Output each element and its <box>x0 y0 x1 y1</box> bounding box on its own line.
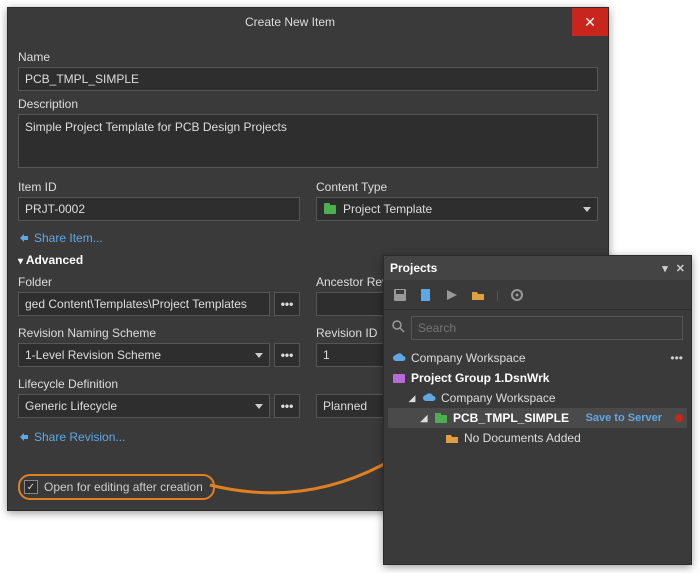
compile-icon[interactable] <box>444 287 460 303</box>
folder-input[interactable]: ged Content\Templates\Project Templates <box>18 292 270 316</box>
chevron-down-icon <box>255 353 263 358</box>
lifecycle-more-button[interactable]: ••• <box>274 394 300 418</box>
description-input[interactable]: Simple Project Template for PCB Design P… <box>18 114 598 168</box>
collapse-icon[interactable]: ◢ <box>407 393 417 404</box>
save-icon[interactable] <box>392 287 408 303</box>
lifecycle-value: Generic Lifecycle <box>25 399 117 413</box>
lifecycle-label: Lifecycle Definition <box>18 377 300 391</box>
save-to-server-link[interactable]: Save to Server <box>586 412 662 424</box>
name-input[interactable]: PCB_TMPL_SIMPLE <box>18 67 598 91</box>
item-id-label: Item ID <box>18 180 300 194</box>
folder-open-icon[interactable] <box>470 287 486 303</box>
unsaved-indicator-icon <box>675 414 683 422</box>
panel-dropdown-button[interactable]: ▾ <box>662 262 668 275</box>
open-for-editing-row[interactable]: ✓ Open for editing after creation <box>18 474 215 500</box>
chevron-down-icon <box>583 207 591 212</box>
tree-workspace-inner[interactable]: ◢ Company Workspace <box>388 388 687 408</box>
projects-panel: Projects ▾ ✕ | Company Workspace ••• Pro… <box>383 255 692 565</box>
panel-header: Projects ▾ ✕ <box>384 256 691 280</box>
project-template-icon <box>323 202 337 216</box>
search-input[interactable] <box>411 316 683 340</box>
tree-workspace-top[interactable]: Company Workspace ••• <box>388 348 687 368</box>
cloud-icon <box>422 392 436 404</box>
project-tree: Company Workspace ••• Project Group 1.Ds… <box>384 346 691 450</box>
search-icon <box>392 320 405 336</box>
description-label: Description <box>18 97 598 111</box>
close-icon: ✕ <box>584 14 596 31</box>
project-group-icon <box>392 372 406 384</box>
open-for-editing-label: Open for editing after creation <box>44 480 203 494</box>
content-type-label: Content Type <box>316 180 598 194</box>
share-icon <box>18 232 30 244</box>
item-id-input[interactable]: PRJT-0002 <box>18 197 300 221</box>
gear-icon[interactable] <box>509 287 525 303</box>
revision-scheme-value: 1-Level Revision Scheme <box>25 348 161 362</box>
revision-scheme-select[interactable]: 1-Level Revision Scheme <box>18 343 270 367</box>
revision-scheme-more-button[interactable]: ••• <box>274 343 300 367</box>
content-type-select[interactable]: Project Template <box>316 197 598 221</box>
lifecycle-select[interactable]: Generic Lifecycle <box>18 394 270 418</box>
document-icon[interactable] <box>418 287 434 303</box>
content-type-value: Project Template <box>343 202 432 216</box>
collapse-icon[interactable]: ◢ <box>419 413 429 424</box>
folder-browse-button[interactable]: ••• <box>274 292 300 316</box>
open-for-editing-checkbox[interactable]: ✓ <box>24 480 38 494</box>
panel-toolbar: | <box>384 280 691 310</box>
revision-scheme-label: Revision Naming Scheme <box>18 326 300 340</box>
project-template-icon <box>434 412 448 424</box>
tree-project-group[interactable]: Project Group 1.DsnWrk <box>388 368 687 388</box>
close-button[interactable]: ✕ <box>572 8 608 36</box>
panel-close-button[interactable]: ✕ <box>676 262 685 275</box>
tree-item-pcb-tmpl[interactable]: ◢ PCB_TMPL_SIMPLE Save to Server <box>388 408 687 428</box>
folder-icon <box>445 432 459 444</box>
lifecycle-state-value: Planned <box>323 399 367 413</box>
workspace-more-button[interactable]: ••• <box>670 351 683 365</box>
chevron-down-icon <box>255 404 263 409</box>
panel-title: Projects <box>390 261 437 275</box>
dialog-title: Create New Item <box>8 15 572 29</box>
share-item-link[interactable]: Share Item... <box>18 231 598 245</box>
panel-search-row <box>384 310 691 346</box>
share-icon <box>18 431 30 443</box>
name-label: Name <box>18 50 598 64</box>
folder-label: Folder <box>18 275 300 289</box>
tree-no-documents: No Documents Added <box>388 428 687 448</box>
cloud-icon <box>392 352 406 364</box>
dialog-titlebar: Create New Item ✕ <box>8 8 608 36</box>
